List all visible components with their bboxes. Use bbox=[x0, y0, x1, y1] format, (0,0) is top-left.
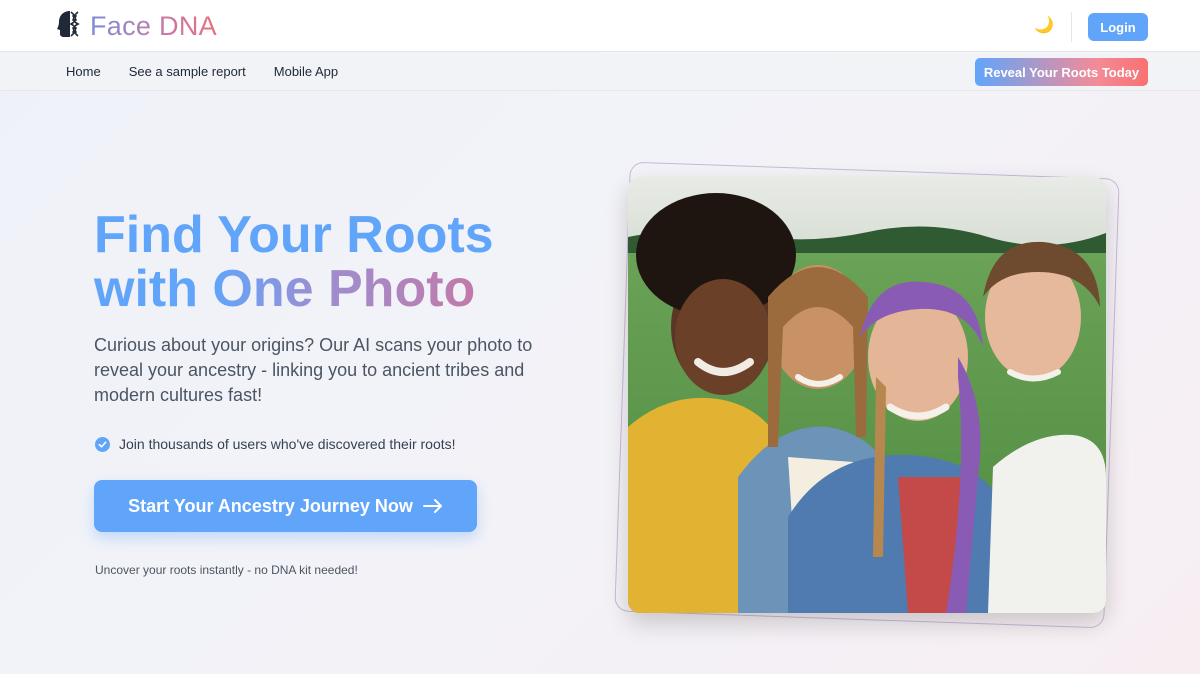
start-journey-button[interactable]: Start Your Ancestry Journey Now bbox=[94, 480, 477, 532]
hero-title-line2-prefix: with bbox=[94, 260, 213, 318]
check-circle-icon bbox=[95, 436, 110, 452]
nav-link-home[interactable]: Home bbox=[66, 64, 101, 79]
hero-description: Curious about your origins? Our AI scans… bbox=[94, 335, 533, 405]
hero-photo bbox=[628, 177, 1106, 613]
arrow-right-icon bbox=[422, 499, 443, 513]
hero-title: Find Your Roots with One Photo bbox=[94, 208, 614, 316]
hero-title-line1: Find Your Roots bbox=[94, 206, 494, 264]
social-proof: Join thousands of users who've discovere… bbox=[95, 436, 456, 452]
dna-face-icon bbox=[56, 9, 80, 44]
start-journey-label: Start Your Ancestry Journey Now bbox=[128, 495, 413, 516]
nav-bar: Home See a sample report Mobile App Reve… bbox=[0, 53, 1200, 91]
reveal-roots-button[interactable]: Reveal Your Roots Today bbox=[975, 58, 1148, 86]
header-divider bbox=[1071, 12, 1072, 42]
social-proof-text: Join thousands of users who've discovere… bbox=[119, 436, 456, 452]
nav-link-sample-report[interactable]: See a sample report bbox=[129, 64, 246, 79]
nav-links: Home See a sample report Mobile App bbox=[66, 64, 366, 79]
brand-logo[interactable]: Face DNA bbox=[56, 10, 217, 42]
top-bar: Face DNA 🌙 Login bbox=[0, 0, 1200, 52]
brand-name: Face DNA bbox=[90, 10, 217, 41]
hero-title-highlight: One Photo bbox=[212, 260, 476, 318]
hero-note: Uncover your roots instantly - no DNA ki… bbox=[95, 563, 358, 577]
moon-icon[interactable]: 🌙 bbox=[1034, 17, 1054, 35]
nav-link-mobile-app[interactable]: Mobile App bbox=[274, 64, 338, 79]
login-button[interactable]: Login bbox=[1088, 13, 1148, 41]
